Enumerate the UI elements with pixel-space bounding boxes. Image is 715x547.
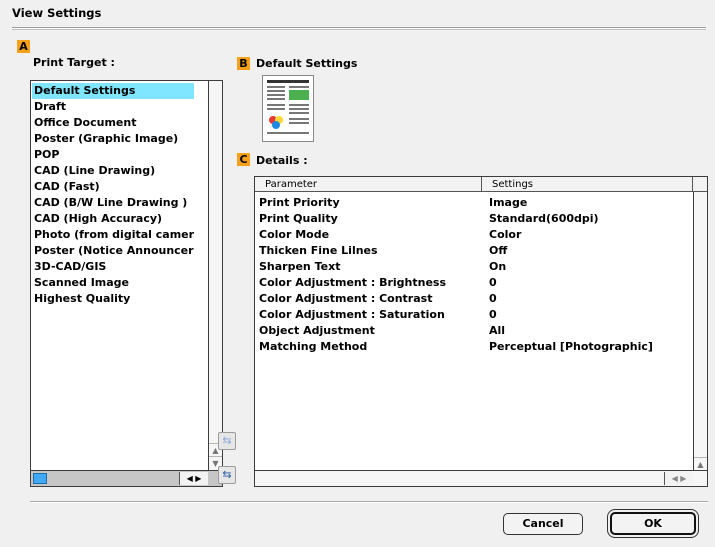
parameter-cell: Print Quality [259, 212, 338, 225]
details-row: Color Adjustment : Contrast 0 [259, 291, 699, 307]
column-header-settings[interactable]: Settings [482, 177, 693, 192]
details-scroll-left-right-arrows-icon[interactable]: ◀ ▶ [664, 472, 693, 485]
details-row: Object Adjustment All [259, 323, 699, 339]
parameter-cell: Matching Method [259, 340, 368, 353]
setting-cell: Standard(600dpi) [489, 212, 599, 225]
column-header-parameter[interactable]: Parameter [255, 177, 482, 192]
edit-favorites-button[interactable]: ⇆ [218, 466, 236, 484]
details-row: Color Mode Color [259, 227, 699, 243]
details-row: Color Adjustment : Brightness 0 [259, 275, 699, 291]
details-row: Print Quality Standard(600dpi) [259, 211, 699, 227]
details-row: Color Adjustment : Saturation 0 [259, 307, 699, 323]
marker-a: A [17, 40, 30, 53]
footer-divider [30, 501, 708, 503]
print-target-item[interactable]: Default Settings [32, 83, 194, 99]
scroll-left-right-arrows-icon[interactable]: ◀ ▶ [179, 472, 208, 485]
print-target-item[interactable]: Office Document [34, 115, 209, 131]
setting-cell: 0 [489, 292, 497, 305]
details-label: Details : [256, 154, 308, 167]
title-divider-shadow [12, 29, 706, 30]
dialog-title: View Settings [12, 6, 102, 20]
parameter-cell: Color Mode [259, 228, 330, 241]
setting-cell: 0 [489, 308, 497, 321]
setting-cell: Perceptual [Photographic] [489, 340, 653, 353]
parameter-cell: Color Adjustment : Brightness [259, 276, 447, 289]
print-target-list[interactable]: Default Settings Draft Office Document Post… [30, 80, 223, 487]
print-target-item[interactable]: CAD (Fast) [34, 179, 209, 195]
details-row: Sharpen Text On [259, 259, 699, 275]
marker-c: C [237, 153, 250, 166]
marker-b: B [237, 57, 250, 70]
print-target-item[interactable]: 3D-CAD/GIS [34, 259, 209, 275]
parameter-cell: Print Priority [259, 196, 340, 209]
list-vertical-scrollbar[interactable]: ▲ ▼ [208, 81, 222, 471]
scroll-thumb[interactable] [33, 473, 47, 484]
list-horizontal-scrollbar[interactable]: ◀ ▶ [31, 470, 222, 486]
print-target-item[interactable]: Photo (from digital camer [34, 227, 209, 243]
parameter-cell: Thicken Fine Lilnes [259, 244, 378, 257]
document-preview-icon [267, 80, 309, 134]
details-table[interactable]: Parameter Settings Print Priority Image Pr… [254, 176, 708, 487]
details-scroll-up-arrow-icon[interactable]: ▲ [694, 457, 707, 470]
details-vertical-scrollbar[interactable]: ▲ ▼ [693, 192, 707, 485]
column-header-filler [693, 177, 707, 192]
print-target-item[interactable]: CAD (Line Drawing) [34, 163, 209, 179]
preview-label: Default Settings [256, 57, 358, 70]
print-target-item[interactable]: Scanned Image [34, 275, 209, 291]
setting-cell: 0 [489, 276, 497, 289]
add-to-favorites-button[interactable]: ⇆ [218, 432, 236, 450]
parameter-cell: Object Adjustment [259, 324, 375, 337]
cancel-button[interactable]: Cancel [503, 513, 583, 535]
parameter-cell: Color Adjustment : Contrast [259, 292, 433, 305]
setting-cell: Image [489, 196, 528, 209]
print-target-item[interactable]: CAD (B/W Line Drawing ) [34, 195, 209, 211]
print-target-item[interactable]: CAD (High Accuracy) [34, 211, 209, 227]
settings-preview-image [262, 75, 314, 142]
details-row: Print Priority Image [259, 195, 699, 211]
print-target-item[interactable]: Poster (Notice Announcer [34, 243, 209, 259]
print-target-item[interactable]: POP [34, 147, 209, 163]
setting-cell: All [489, 324, 506, 337]
ok-button[interactable]: OK [610, 512, 696, 535]
print-target-item[interactable]: Highest Quality [34, 291, 209, 307]
print-target-label: Print Target : [33, 56, 115, 69]
setting-cell: Off [489, 244, 508, 257]
print-target-item[interactable]: Draft [34, 99, 209, 115]
setting-cell: On [489, 260, 507, 273]
details-horizontal-scrollbar[interactable]: ◀ ▶ [255, 470, 707, 486]
parameter-cell: Sharpen Text [259, 260, 341, 273]
details-row: Thicken Fine Lilnes Off [259, 243, 699, 259]
setting-cell: Color [489, 228, 522, 241]
parameter-cell: Color Adjustment : Saturation [259, 308, 445, 321]
details-row: Matching Method Perceptual [Photographic] [259, 339, 699, 355]
print-target-item[interactable]: Poster (Graphic Image) [34, 131, 209, 147]
